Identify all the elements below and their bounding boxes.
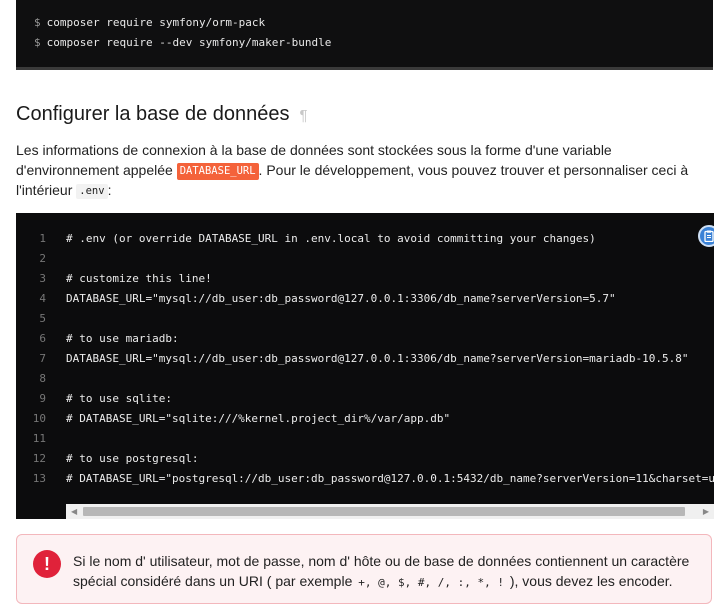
code-lines: 1 # .env (or override DATABASE_URL in .en…	[16, 229, 714, 489]
code-line: 1 # .env (or override DATABASE_URL in .en…	[16, 229, 714, 249]
code-line: 3 # customize this line!	[16, 269, 714, 289]
code-text: # .env (or override DATABASE_URL in .env…	[66, 232, 596, 245]
code-text: # DATABASE_URL="postgresql://db_user:db_…	[66, 472, 714, 485]
code-line: 8	[16, 369, 714, 389]
scrollbar-thumb[interactable]	[83, 507, 685, 516]
code-line: 11	[16, 429, 714, 449]
code-line: 13 # DATABASE_URL="postgresql://db_user:d…	[16, 469, 714, 489]
code-line: 9 # to use sqlite:	[16, 389, 714, 409]
section-heading: Configurer la base de données ¶	[16, 103, 308, 126]
line-number: 8	[39, 372, 46, 385]
code-line: 6 # to use mariadb:	[16, 329, 714, 349]
code-block: 1 # .env (or override DATABASE_URL in .en…	[16, 213, 714, 519]
line-number: 3	[39, 272, 46, 285]
code-text: DATABASE_URL="mysql://db_user:db_passwor…	[66, 352, 689, 365]
code-text: # to use sqlite:	[66, 392, 172, 405]
terminal-line: $ composer require symfony/orm-pack	[34, 13, 697, 33]
env-var-code: DATABASE_URL	[176, 163, 259, 180]
line-number: 5	[39, 312, 46, 325]
alert-message: Si le nom d' utilisateur, mot de passe, …	[73, 551, 703, 593]
terminal-block: $ composer require symfony/orm-pack $ comp…	[16, 0, 713, 70]
terminal-command: composer require --dev symfony/maker-bun…	[46, 36, 332, 49]
copy-button[interactable]	[698, 225, 714, 247]
alert-text: ), vous devez les encoder.	[509, 573, 673, 589]
line-number: 11	[32, 432, 46, 445]
code-line: 5	[16, 309, 714, 329]
caution-alert: ! Si le nom d' utilisateur, mot de passe…	[16, 534, 712, 604]
code-line: 10 # DATABASE_URL="sqlite:///%kernel.proj…	[16, 409, 714, 429]
terminal-line: $ composer require --dev symfony/maker-bu…	[34, 33, 697, 53]
terminal-prompt: $	[34, 36, 41, 49]
line-number: 9	[39, 392, 46, 405]
line-number: 13	[32, 472, 46, 485]
intro-text: :	[107, 182, 112, 198]
code-line: 7 DATABASE_URL="mysql://db_user:db_passwo…	[16, 349, 714, 369]
line-number: 7	[39, 352, 46, 365]
section-title: Configurer la base de données	[16, 103, 290, 125]
code-line: 4 DATABASE_URL="mysql://db_user:db_passwo…	[16, 289, 714, 309]
terminal-prompt: $	[34, 16, 41, 29]
code-line: 2	[16, 249, 714, 269]
line-number: 2	[39, 252, 46, 265]
line-number: 1	[39, 232, 46, 245]
horizontal-scrollbar[interactable]: ◀ ▶	[66, 504, 714, 519]
special-chars-code: +, @, $, #, /, :, *, !	[358, 576, 504, 589]
anchor-link[interactable]: ¶	[300, 107, 308, 124]
code-text: # to use mariadb:	[66, 332, 179, 345]
code-line: 12 # to use postgresql:	[16, 449, 714, 469]
code-text: # customize this line!	[66, 272, 212, 285]
clipboard-icon	[704, 230, 714, 242]
line-number: 4	[39, 292, 46, 305]
code-text: # to use postgresql:	[66, 452, 199, 465]
line-number: 6	[39, 332, 46, 345]
intro-paragraph: Les informations de connexion à la base …	[16, 140, 706, 200]
code-text: DATABASE_URL="mysql://db_user:db_passwor…	[66, 292, 616, 305]
code-text: # DATABASE_URL="sqlite:///%kernel.projec…	[66, 412, 451, 425]
exclamation-icon: !	[33, 550, 61, 578]
line-number: 10	[32, 412, 46, 425]
env-file-code: .env	[76, 184, 108, 199]
terminal-command: composer require symfony/orm-pack	[46, 16, 266, 29]
line-number: 12	[32, 452, 46, 465]
scroll-right-arrow-icon[interactable]: ▶	[703, 507, 709, 516]
scroll-left-arrow-icon[interactable]: ◀	[71, 507, 77, 516]
